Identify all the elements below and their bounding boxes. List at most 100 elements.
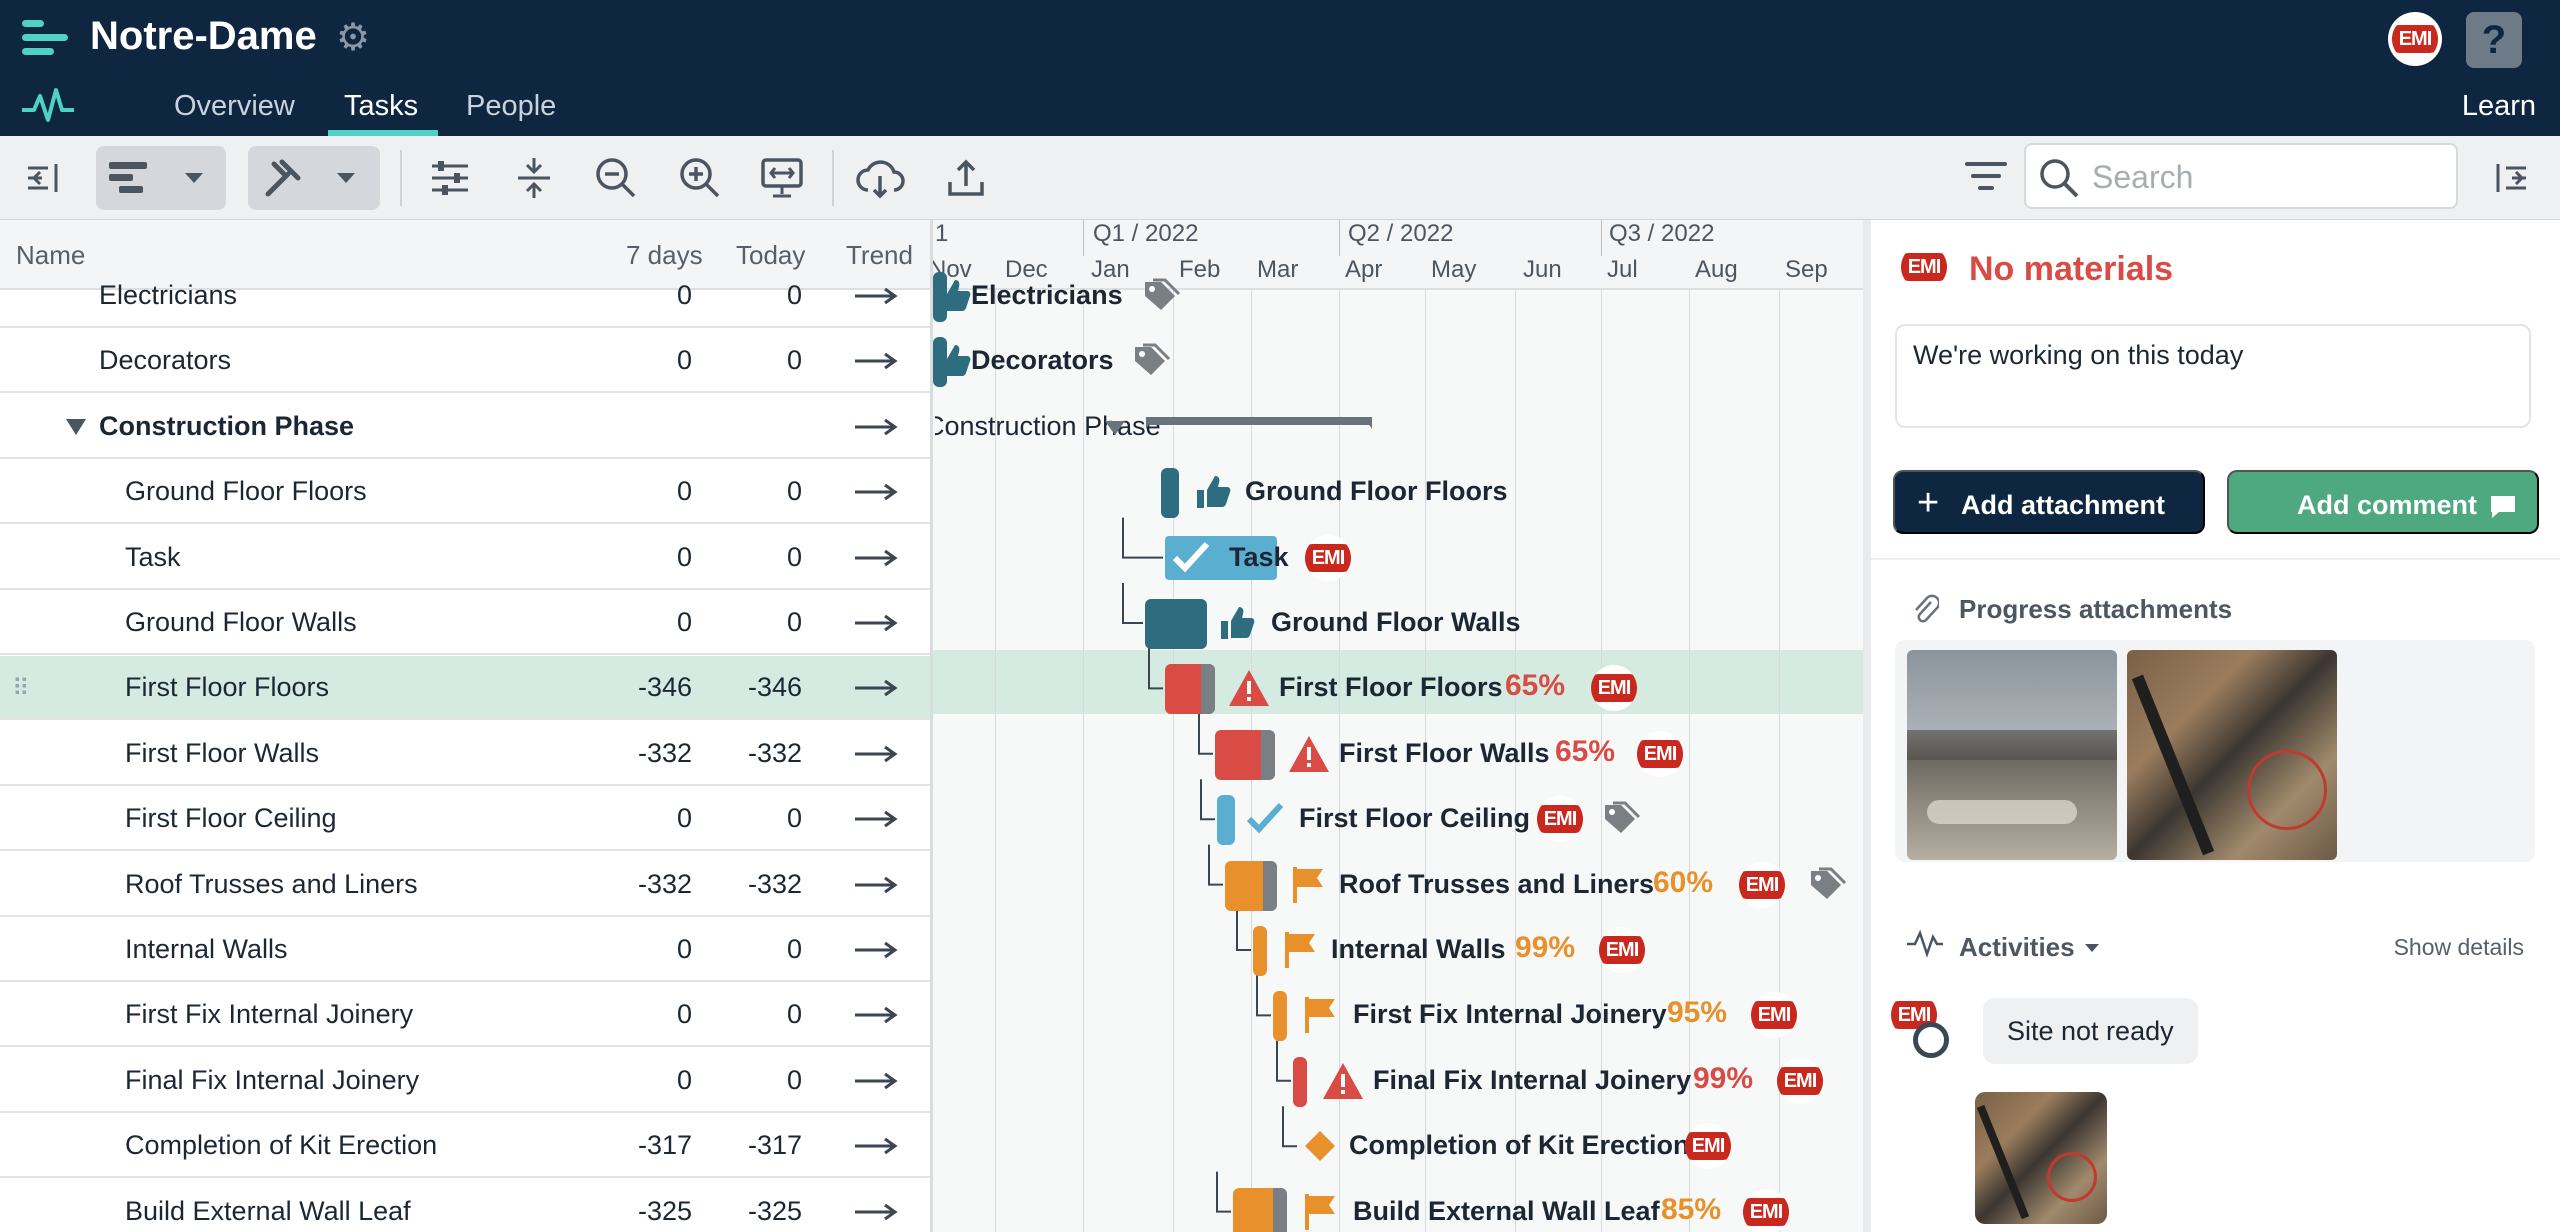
- drag-handle-icon[interactable]: ⠿: [12, 674, 30, 703]
- gantt-task-bar[interactable]: [1233, 1187, 1287, 1232]
- table-row[interactable]: Internal Walls 0 0: [0, 918, 930, 982]
- gantt-task-bar[interactable]: [1165, 664, 1215, 715]
- thumbs-up-icon: [933, 341, 973, 386]
- thumbs-up-icon: [1193, 472, 1233, 517]
- table-row[interactable]: Construction Phase: [0, 395, 930, 459]
- tools-icon[interactable]: [252, 148, 312, 208]
- trend-arrow-icon: [855, 680, 898, 697]
- activity-attachment-thumbnail[interactable]: [1975, 1092, 2107, 1224]
- table-row[interactable]: ⠿ First Floor Floors -346 -346: [0, 656, 930, 721]
- tab-overview[interactable]: Overview: [174, 90, 295, 123]
- thumbs-up-icon: [1217, 603, 1257, 648]
- gantt-scroll-edge[interactable]: [1863, 220, 1871, 1232]
- add-comment-button[interactable]: Add comment: [2227, 470, 2539, 534]
- table-row[interactable]: Ground Floor Walls 0 0: [0, 591, 930, 655]
- table-row[interactable]: Electricians 0 0: [0, 264, 930, 328]
- collapse-left-icon[interactable]: [14, 148, 74, 208]
- table-row[interactable]: Decorators 0 0: [0, 329, 930, 394]
- assignee-avatar[interactable]: EMI: [1777, 1057, 1823, 1104]
- table-row[interactable]: Final Fix Internal Joinery 0 0: [0, 1049, 930, 1113]
- sliders-icon[interactable]: [420, 148, 480, 208]
- assignee-avatar[interactable]: EMI: [1599, 927, 1645, 973]
- table-row[interactable]: Roof Trusses and Liners -332 -332: [0, 853, 930, 917]
- upload-icon[interactable]: [936, 148, 996, 208]
- learn-link[interactable]: Learn: [2462, 90, 2536, 123]
- attachment-thumbnail[interactable]: [1907, 650, 2117, 860]
- assignee-avatar[interactable]: EMI: [1637, 730, 1683, 777]
- cell-7days: -346: [637, 672, 692, 703]
- gantt-task-bar[interactable]: [1215, 729, 1275, 780]
- table-row[interactable]: First Floor Ceiling 0 0: [0, 787, 930, 852]
- paperclip-icon: [1915, 594, 1939, 623]
- gantt-task-bar[interactable]: [1161, 468, 1179, 519]
- task-name: First Floor Floors: [125, 672, 330, 703]
- settings-gear-icon[interactable]: ⚙: [336, 19, 374, 57]
- table-row[interactable]: Completion of Kit Erection -317 -317: [0, 1114, 930, 1179]
- tag-icon[interactable]: [1809, 867, 1849, 908]
- gantt-bar-label: Ground Floor Walls: [1271, 607, 1521, 637]
- menu-icon[interactable]: [22, 18, 68, 58]
- summary-cap: [1364, 416, 1372, 429]
- zoom-in-icon[interactable]: [670, 148, 730, 208]
- zoom-out-icon[interactable]: [586, 148, 646, 208]
- diamond-icon[interactable]: [1303, 1129, 1337, 1168]
- cell-today: -346: [747, 672, 802, 703]
- bar-remaining: [1201, 664, 1215, 715]
- gantt-task-bar[interactable]: [1145, 599, 1207, 649]
- collapse-triangle-icon[interactable]: [66, 418, 86, 435]
- trend-arrow-icon: [855, 1072, 898, 1090]
- assignee-avatar[interactable]: EMI: [1685, 1123, 1731, 1170]
- help-button[interactable]: ?: [2466, 12, 2522, 68]
- tag-icon[interactable]: [1603, 801, 1643, 842]
- collapse-triangle-icon[interactable]: [1105, 420, 1125, 435]
- table-row[interactable]: Task 0 0: [0, 526, 930, 590]
- pulse-icon[interactable]: [20, 86, 76, 126]
- show-details-link[interactable]: Show details: [2394, 934, 2524, 961]
- gantt-task-bar[interactable]: [1217, 795, 1235, 846]
- collapse-right-icon[interactable]: [2480, 148, 2540, 208]
- table-row[interactable]: First Fix Internal Joinery 0 0: [0, 983, 930, 1048]
- tag-icon[interactable]: [1143, 278, 1183, 319]
- gantt-task-bar[interactable]: [1273, 991, 1287, 1042]
- chevron-down-icon[interactable]: [316, 148, 376, 208]
- assignee-avatar[interactable]: EMI: [1305, 534, 1351, 581]
- tab-tasks[interactable]: Tasks: [344, 90, 418, 123]
- attachment-thumbnail[interactable]: [2127, 650, 2337, 860]
- task-name: Final Fix Internal Joinery: [125, 1064, 420, 1095]
- assignee-avatar[interactable]: EMI: [1537, 796, 1583, 843]
- task-name: Decorators: [99, 345, 232, 376]
- gantt-task-bar[interactable]: [1253, 926, 1267, 976]
- search-box[interactable]: [2024, 143, 2458, 209]
- assignee-avatar[interactable]: EMI: [1743, 1188, 1789, 1232]
- table-row[interactable]: Build External Wall Leaf -325 -325: [0, 1180, 930, 1232]
- present-icon[interactable]: [752, 148, 812, 208]
- note-textarea[interactable]: We're working on this today: [1913, 340, 2513, 416]
- gantt-task-bar[interactable]: [1225, 860, 1277, 911]
- tag-icon[interactable]: [1133, 343, 1173, 384]
- chevron-down-icon[interactable]: [2083, 942, 2101, 954]
- warning-icon: [1321, 1061, 1365, 1106]
- chevron-down-icon[interactable]: [164, 148, 224, 208]
- note-box[interactable]: We're working on this today: [1895, 324, 2531, 428]
- trend-arrow-icon: [855, 483, 898, 501]
- user-avatar[interactable]: EMI: [2388, 12, 2442, 66]
- filter-icon[interactable]: [1956, 148, 2016, 208]
- gantt-bar-label: Roof Trusses and Liners: [1339, 868, 1655, 899]
- assignee-avatar[interactable]: EMI: [1739, 861, 1785, 908]
- bar-view-icon[interactable]: [98, 148, 158, 208]
- cell-today: 0: [786, 934, 802, 964]
- flag-icon: [1301, 1192, 1341, 1232]
- table-row[interactable]: First Floor Walls -332 -332: [0, 722, 930, 786]
- cloud-sync-icon[interactable]: [850, 148, 910, 208]
- table-row[interactable]: Ground Floor Floors 0 0: [0, 460, 930, 525]
- avatar-badge: EMI: [2392, 16, 2438, 62]
- fit-vertical-icon[interactable]: [504, 148, 564, 208]
- gantt-task-bar[interactable]: [1293, 1056, 1307, 1107]
- search-input[interactable]: [2092, 155, 2442, 199]
- cell-7days: -332: [637, 868, 692, 899]
- add-attachment-button[interactable]: + Add attachment: [1893, 470, 2205, 534]
- project-title[interactable]: Notre-Dame: [90, 14, 317, 59]
- summary-bar[interactable]: [1146, 416, 1372, 425]
- activities-title[interactable]: Activities: [1959, 932, 2075, 963]
- tab-people[interactable]: People: [466, 90, 556, 123]
